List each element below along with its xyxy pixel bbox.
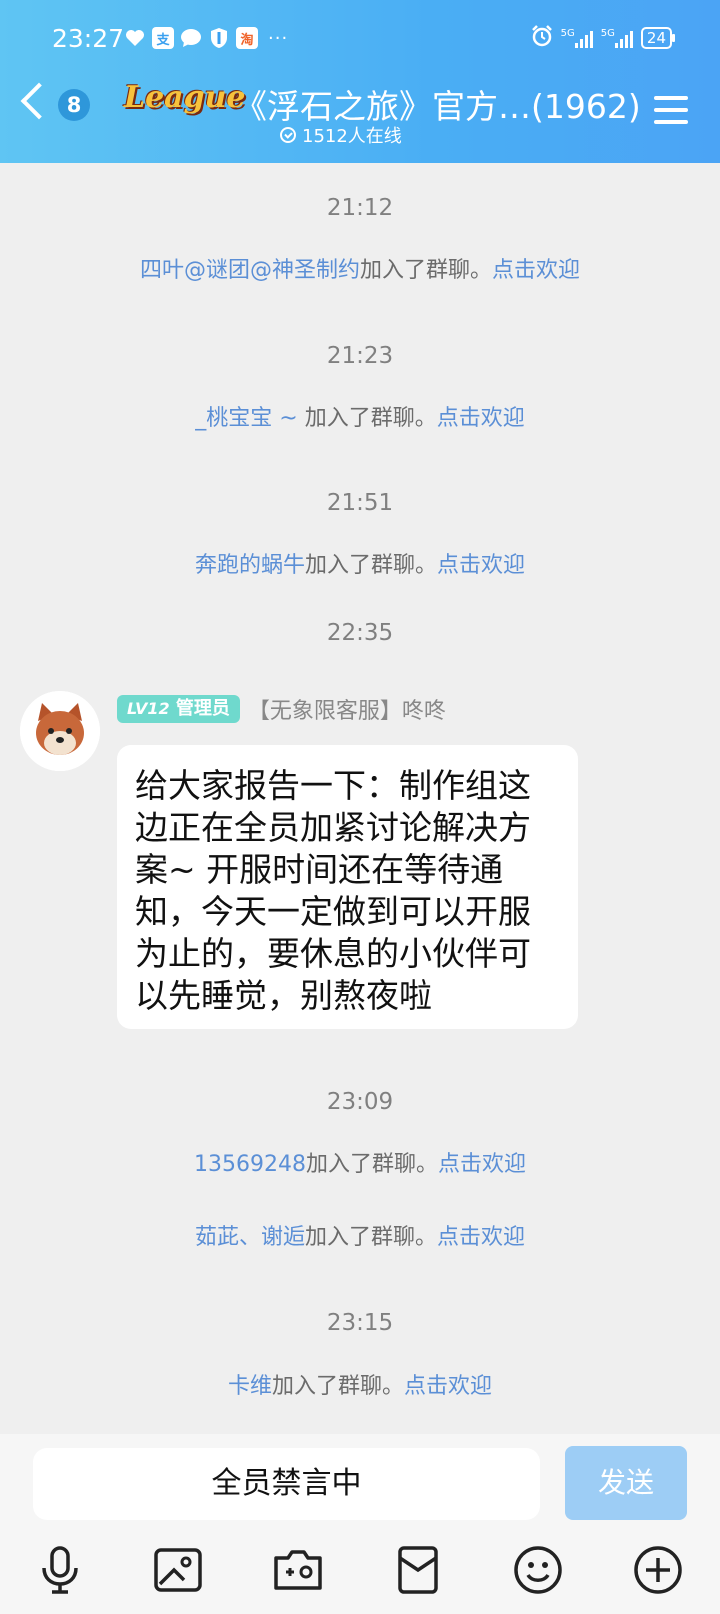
welcome-link[interactable]: 点击欢迎 bbox=[437, 553, 525, 578]
join-text: 加入了群聊。 bbox=[271, 1374, 404, 1399]
plus-icon[interactable] bbox=[632, 1544, 684, 1596]
avatar[interactable] bbox=[20, 691, 100, 771]
member-name[interactable]: 13569248 bbox=[194, 1152, 306, 1177]
league-logo: League bbox=[124, 80, 246, 115]
signal-bars-icon bbox=[574, 28, 593, 48]
shiba-avatar-icon bbox=[20, 691, 100, 771]
status-time: 23:27 bbox=[52, 24, 125, 53]
timestamp: 21:12 bbox=[326, 195, 394, 221]
join-notice: 奔跑的蜗牛加入了群聊。点击欢迎 bbox=[0, 547, 720, 579]
member-name[interactable]: 卡维 bbox=[228, 1374, 272, 1399]
timestamp: 23:09 bbox=[326, 1089, 394, 1115]
alarm-icon bbox=[531, 25, 553, 51]
welcome-link[interactable]: 点击欢迎 bbox=[437, 1225, 525, 1250]
welcome-link[interactable]: 点击欢迎 bbox=[492, 258, 580, 283]
member-name[interactable]: 四叶@谜团@神圣制约 bbox=[140, 258, 360, 283]
battery-indicator: 24 bbox=[640, 27, 676, 49]
signal-bars-icon bbox=[614, 28, 633, 48]
group-title[interactable]: 《浮石之旅》官方…(1962) bbox=[234, 80, 641, 128]
message-meta: LV12 管理员 【无象限客服】咚咚 bbox=[117, 693, 446, 725]
member-name[interactable]: _桃宝宝 ~ bbox=[195, 406, 304, 431]
join-text: 加入了群聊。 bbox=[304, 1225, 437, 1250]
back-button[interactable] bbox=[20, 82, 58, 120]
red-packet-icon[interactable] bbox=[392, 1544, 444, 1596]
message-bubble[interactable]: 给大家报告一下：制作组这边正在全员加紧讨论解决方案~ 开服时间还在等待通知，今天… bbox=[117, 745, 578, 1029]
image-icon[interactable] bbox=[152, 1544, 204, 1596]
input-area: 全员禁言中 发送 bbox=[0, 1434, 720, 1614]
join-notice: 卡维加入了群聊。点击欢迎 bbox=[0, 1368, 720, 1400]
welcome-link[interactable]: 点击欢迎 bbox=[404, 1374, 492, 1399]
microphone-icon[interactable] bbox=[34, 1544, 86, 1596]
online-check-icon bbox=[280, 127, 296, 143]
join-text: 加入了群聊。 bbox=[359, 258, 492, 283]
member-name[interactable]: 茹茈、谢逅 bbox=[195, 1225, 305, 1250]
online-status[interactable]: 1512人在线 bbox=[280, 122, 402, 148]
join-text: 加入了群聊。 bbox=[305, 1152, 438, 1177]
chat-header: 23:27 支 淘 ··· 5G 5G 24 8 League 《浮石之旅》官方… bbox=[0, 0, 720, 163]
welcome-link[interactable]: 点击欢迎 bbox=[437, 406, 525, 431]
member-name[interactable]: 奔跑的蜗牛 bbox=[195, 553, 305, 578]
notification-icons: 支 淘 ··· bbox=[124, 27, 288, 49]
join-notice: 茹茈、谢逅加入了群聊。点击欢迎 bbox=[0, 1219, 720, 1251]
sender-name[interactable]: 【无象限客服】咚咚 bbox=[248, 693, 446, 725]
heart-icon bbox=[124, 27, 146, 49]
join-notice: _桃宝宝 ~ 加入了群聊。点击欢迎 bbox=[0, 400, 720, 432]
online-count: 1512人在线 bbox=[302, 126, 402, 147]
status-right: 5G 5G 24 bbox=[531, 25, 676, 51]
send-button[interactable]: 发送 bbox=[565, 1446, 687, 1520]
signal-2: 5G bbox=[601, 28, 633, 48]
join-text: 加入了群聊。 bbox=[304, 553, 437, 578]
muted-input-field[interactable]: 全员禁言中 bbox=[33, 1448, 540, 1520]
shield-icon bbox=[208, 27, 230, 49]
menu-icon[interactable] bbox=[654, 96, 688, 132]
join-text: 加入了群聊。 bbox=[304, 406, 437, 431]
join-notice: 13569248加入了群聊。点击欢迎 bbox=[0, 1146, 720, 1178]
signal-1: 5G bbox=[561, 28, 593, 48]
join-notice: 四叶@谜团@神圣制约加入了群聊。点击欢迎 bbox=[0, 252, 720, 284]
alipay-icon: 支 bbox=[152, 27, 174, 49]
more-notifications: ··· bbox=[268, 27, 289, 49]
unread-count-badge[interactable]: 8 bbox=[58, 89, 90, 121]
timestamp: 23:15 bbox=[326, 1310, 394, 1336]
taobao-icon: 淘 bbox=[236, 27, 258, 49]
level-badge: LV12 管理员 bbox=[117, 695, 240, 723]
emoji-icon[interactable] bbox=[512, 1544, 564, 1596]
timestamp: 21:23 bbox=[326, 343, 394, 369]
message-icon bbox=[180, 27, 202, 49]
welcome-link[interactable]: 点击欢迎 bbox=[438, 1152, 526, 1177]
camera-icon[interactable] bbox=[272, 1544, 324, 1596]
timestamp: 22:35 bbox=[326, 620, 394, 646]
timestamp: 21:51 bbox=[326, 490, 394, 516]
